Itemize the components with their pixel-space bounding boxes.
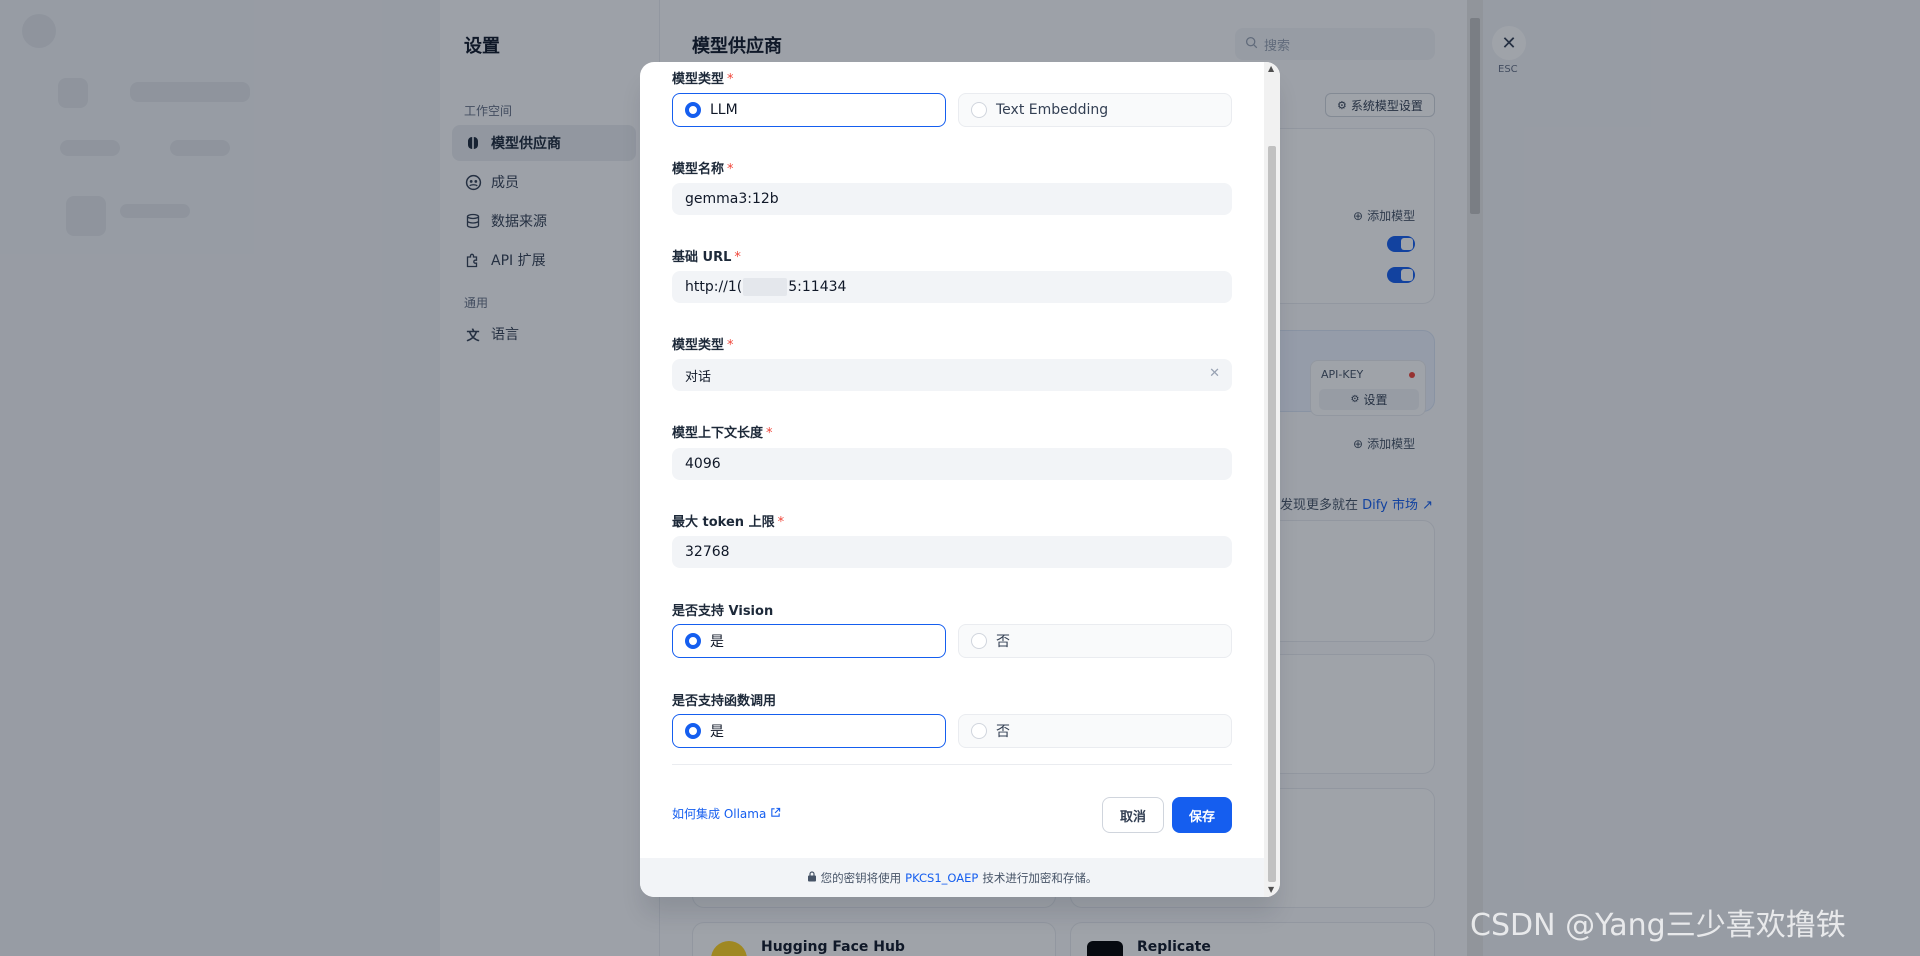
base-url-label: 基础 URL * — [672, 250, 741, 265]
radio-empty-icon — [971, 633, 987, 649]
radio-label: 否 — [996, 634, 1010, 650]
radio-label: 是 — [710, 724, 724, 740]
cancel-button[interactable]: 取消 — [1102, 797, 1164, 833]
radio-label: 是 — [710, 634, 724, 650]
context-size-input[interactable]: 4096 — [672, 448, 1232, 480]
model-type-label: 模型类型 * — [672, 72, 734, 87]
radio-label: Text Embedding — [996, 102, 1109, 118]
radio-selected-icon — [685, 723, 701, 739]
encryption-notice: 您的密钥将使用 PKCS1_OAEP 技术进行加密和存储。 — [640, 858, 1264, 897]
vision-no-radio[interactable]: 否 — [958, 624, 1232, 658]
model-name-value: gemma3:12b — [685, 191, 779, 207]
radio-label: 否 — [996, 724, 1010, 740]
radio-selected-icon — [685, 102, 701, 118]
vision-support-label: 是否支持 Vision — [672, 604, 774, 619]
max-tokens-label: 最大 token 上限 * — [672, 515, 785, 530]
scroll-up-arrow-icon[interactable]: ▲ — [1268, 64, 1274, 73]
pkcs-link[interactable]: PKCS1_OAEP — [905, 871, 978, 885]
lock-icon — [807, 870, 817, 885]
help-link-label: 如何集成 Ollama — [672, 807, 767, 821]
clear-icon[interactable]: ✕ — [1209, 366, 1220, 381]
model-name-label: 模型名称 * — [672, 162, 734, 177]
context-size-value: 4096 — [685, 456, 721, 472]
save-button[interactable]: 保存 — [1172, 797, 1232, 833]
max-tokens-input[interactable]: 32768 — [672, 536, 1232, 568]
redacted-mask — [743, 278, 788, 296]
model-name-input[interactable]: gemma3:12b — [672, 183, 1232, 215]
watermark: CSDN @Yang三少喜欢撸铁 — [1470, 908, 1846, 943]
footer-suffix: 技术进行加密和存储。 — [982, 870, 1098, 885]
divider — [672, 764, 1232, 765]
footer-prefix: 您的密钥将使用 — [820, 870, 902, 885]
function-call-label: 是否支持函数调用 — [672, 694, 777, 709]
function-call-yes-radio[interactable]: 是 — [672, 714, 946, 748]
vision-yes-radio[interactable]: 是 — [672, 624, 946, 658]
ollama-help-link[interactable]: 如何集成 Ollama — [672, 805, 781, 822]
base-url-suffix: 5:11434 — [788, 279, 847, 295]
external-link-icon — [770, 807, 781, 821]
base-url-input[interactable]: http://1( 5:11434 — [672, 271, 1232, 303]
model-type-embedding-radio[interactable]: Text Embedding — [958, 93, 1232, 127]
radio-selected-icon — [685, 633, 701, 649]
context-size-label: 模型上下文长度 * — [672, 426, 773, 441]
radio-label: LLM — [710, 102, 738, 118]
dialog-scrollbar-thumb[interactable] — [1268, 146, 1276, 882]
function-call-no-radio[interactable]: 否 — [958, 714, 1232, 748]
completion-type-select[interactable]: 对话 ✕ — [672, 359, 1232, 391]
max-tokens-value: 32768 — [685, 544, 730, 560]
add-model-dialog: 模型类型 * LLM Text Embedding 模型名称 * gemma3:12… — [640, 62, 1280, 897]
radio-empty-icon — [971, 723, 987, 739]
radio-empty-icon — [971, 102, 987, 118]
model-type-llm-radio[interactable]: LLM — [672, 93, 946, 127]
completion-type-label: 模型类型 * — [672, 338, 734, 353]
scroll-down-arrow-icon[interactable]: ▼ — [1268, 885, 1274, 894]
completion-type-value: 对话 — [685, 369, 712, 385]
base-url-prefix: http://1( — [685, 279, 743, 295]
